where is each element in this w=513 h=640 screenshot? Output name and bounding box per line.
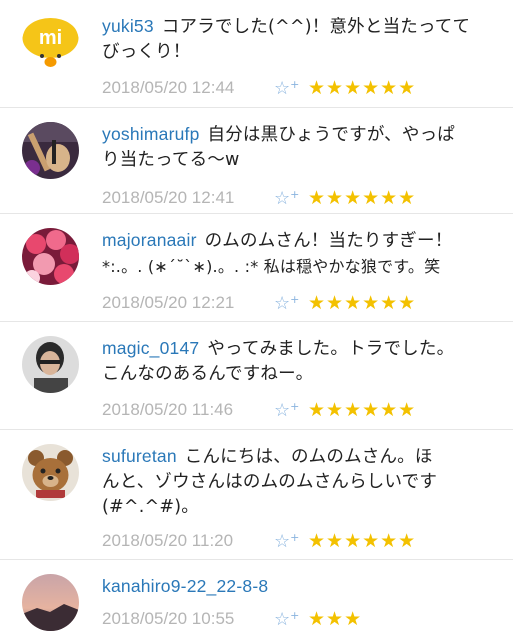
add-star-icon[interactable]: ☆+ [274,609,308,630]
timestamp: 2018/05/20 12:21 [102,293,235,312]
comment-list: mi yuki53 コアラでした(^^)！意外と当たってて びっくり！ 2018/… [0,0,513,640]
username-link[interactable]: majoranaair [102,230,197,250]
teddy-bear-icon [22,444,79,501]
comment-text: yuki53 コアラでした(^^)！意外と当たってて びっくり！ [102,16,471,62]
username-link[interactable]: yuki53 [102,16,154,36]
guitar-photo-icon [22,122,79,179]
comment-item: mi yuki53 コアラでした(^^)！意外と当たってて びっくり！ 2018/… [0,0,513,108]
comment-text: kanahiro9-22_22-8-8 [102,574,497,600]
comment-item: majoranaair のムのムさん！当たりすぎー！ *:.。. (∗ˊ˘ˋ∗).… [0,214,513,322]
comment-text: majoranaair のムのムさん！当たりすぎー！ *:.。. (∗ˊ˘ˋ∗).… [102,230,453,276]
add-star-icon[interactable]: ☆+ [274,400,308,421]
sunset-photo-icon [22,574,79,631]
star-rating: ★★★ [308,608,363,630]
username-link[interactable]: yoshimarufp [102,124,200,144]
comment-item: yoshimarufp 自分は黒ひょうですが、やっぱ り当たってる〜w 2018/… [0,108,513,214]
add-star-icon[interactable]: ☆+ [274,293,308,314]
svg-text:mi: mi [39,27,62,49]
comment-text: magic_0147 やってみました。トラでした。 こんなのあるんですねー。 [102,338,455,384]
timestamp: 2018/05/20 11:20 [102,531,234,550]
username-link[interactable]: sufuretan [102,446,177,466]
avatar[interactable] [22,444,79,501]
comment-item: magic_0147 やってみました。トラでした。 こんなのあるんですねー。 20… [0,322,513,430]
username-link[interactable]: magic_0147 [102,338,199,358]
comment-text: sufuretan こんにちは、のムのムさん。ほ んと、ゾウさんはのムのムさんらし… [102,446,438,517]
timestamp: 2018/05/20 12:44 [102,78,235,97]
flowers-photo-icon [22,228,79,285]
comment-item: kanahiro9-22_22-8-8 2018/05/20 10:55 ☆+ … [0,560,513,640]
avatar[interactable] [22,574,79,631]
timestamp: 2018/05/20 11:46 [102,400,234,419]
timestamp: 2018/05/20 10:55 [102,609,235,628]
star-rating: ★★★★★★ [308,292,417,314]
comment-item: sufuretan こんにちは、のムのムさん。ほ んと、ゾウさんはのムのムさんらし… [0,430,513,560]
star-rating: ★★★★★★ [308,399,417,421]
star-rating: ★★★★★★ [308,530,417,552]
add-star-icon[interactable]: ☆+ [274,188,308,209]
avatar[interactable] [22,336,79,393]
mixi-bird-icon: mi [22,14,79,71]
person-photo-icon [22,336,79,393]
comment-text: yoshimarufp 自分は黒ひょうですが、やっぱ り当たってる〜w [102,124,455,170]
star-rating: ★★★★★★ [308,77,417,99]
avatar[interactable] [22,122,79,179]
avatar[interactable]: mi [22,14,79,71]
add-star-icon[interactable]: ☆+ [274,78,308,99]
timestamp: 2018/05/20 12:41 [102,188,235,207]
add-star-icon[interactable]: ☆+ [274,531,308,552]
avatar[interactable] [22,228,79,285]
star-rating: ★★★★★★ [308,187,417,209]
username-link[interactable]: kanahiro9-22_22-8-8 [102,576,268,596]
